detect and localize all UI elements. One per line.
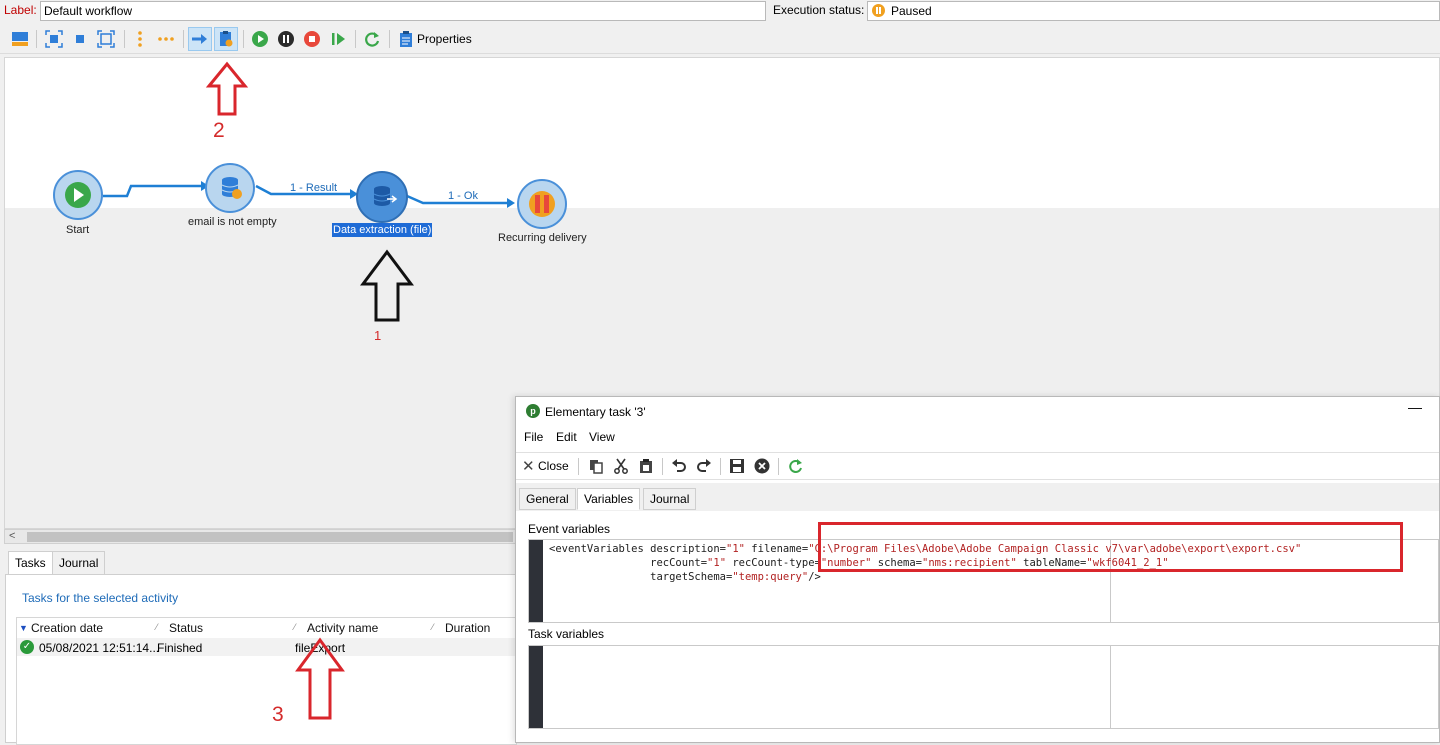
execution-status-caption: Execution status: (773, 3, 865, 17)
tab-tasks[interactable]: Tasks (8, 551, 53, 575)
task-variables-label: Task variables (528, 627, 605, 641)
column-activity-name[interactable]: Activity name (307, 621, 378, 635)
tasks-panel: Tasks Journal Tasks for the selected act… (4, 546, 517, 745)
start-icon[interactable] (248, 27, 272, 51)
cell-status: Finished (157, 641, 203, 655)
cancel-icon[interactable] (751, 455, 773, 477)
save-icon[interactable] (726, 455, 748, 477)
execution-status-value: Paused (891, 4, 932, 18)
vertical-align-icon[interactable] (128, 27, 152, 51)
toolbar-separator (243, 30, 244, 48)
dialog-title: Elementary task '3' (545, 405, 646, 419)
dialog-menu: File Edit View (516, 427, 1439, 447)
toolbar-separator (662, 458, 663, 475)
close-icon[interactable]: ✕ (522, 457, 535, 475)
normal-size-icon[interactable] (68, 27, 92, 51)
menu-edit[interactable]: Edit (556, 430, 577, 444)
refresh-icon[interactable] (360, 27, 384, 51)
tab-variables[interactable]: Variables (577, 488, 641, 510)
transition-label-ok: 1 - Ok (448, 190, 478, 202)
toolbar-separator (578, 458, 579, 475)
sort-desc-icon: ▼ (19, 623, 28, 633)
column-divider: ⁄ (294, 622, 296, 632)
column-duration[interactable]: Duration (445, 621, 490, 635)
tasks-caption: Tasks for the selected activity (22, 591, 179, 605)
editor-gutter (529, 540, 543, 622)
finished-check-icon: ✓ (20, 640, 34, 654)
transition-label-result: 1 - Result (290, 182, 338, 194)
zoom-icon[interactable] (94, 27, 118, 51)
column-divider: ⁄ (432, 622, 434, 632)
tab-journal[interactable]: Journal (52, 551, 106, 575)
tab-journal[interactable]: Journal (643, 488, 697, 510)
column-divider: ⁄ (156, 622, 158, 632)
close-button[interactable]: Close (538, 459, 569, 473)
editor-gutter (529, 646, 543, 728)
annotation-2: 2 (213, 119, 225, 142)
label-caption: Label: (4, 3, 37, 17)
paused-icon (872, 4, 885, 17)
filename-highlight-box (818, 522, 1403, 572)
unconditional-start-icon[interactable] (326, 27, 350, 51)
show-tasks-icon[interactable] (214, 27, 238, 51)
refresh-icon[interactable] (784, 455, 806, 477)
start-node[interactable] (52, 169, 104, 224)
label-row: Label: Default workflow Execution status… (0, 0, 1440, 22)
tab-general[interactable]: General (519, 488, 576, 510)
paste-icon[interactable] (635, 455, 657, 477)
app-icon: p (526, 404, 540, 418)
annotation-3: 3 (272, 703, 284, 726)
execution-status-field: Paused (867, 1, 1440, 21)
toolbar-separator (778, 458, 779, 475)
query-node[interactable] (204, 162, 256, 217)
redo-icon[interactable] (693, 455, 715, 477)
recurring-delivery-node-label: Recurring delivery (498, 232, 587, 244)
properties-icon[interactable] (394, 27, 418, 51)
layout-icon[interactable] (8, 27, 32, 51)
editor-split (1110, 646, 1111, 728)
menu-view[interactable]: View (589, 430, 615, 444)
toolbar-separator (355, 30, 356, 48)
scroll-left-icon[interactable]: < (9, 530, 15, 542)
horizontal-align-icon[interactable] (154, 27, 178, 51)
show-transitions-icon[interactable] (188, 27, 212, 51)
query-node-label: email is not empty (188, 216, 277, 228)
data-extraction-node[interactable] (355, 170, 409, 227)
column-creation-date[interactable]: Creation date (31, 621, 103, 635)
zoom-fit-icon[interactable] (42, 27, 66, 51)
stop-icon[interactable] (300, 27, 324, 51)
toolbar-separator (36, 30, 37, 48)
toolbar-separator (389, 30, 390, 48)
cut-icon[interactable] (610, 455, 632, 477)
data-extraction-node-label: Data extraction (file) (332, 223, 433, 237)
dialog-toolbar: ✕ Close (516, 452, 1439, 480)
copy-icon[interactable] (585, 455, 607, 477)
toolbar-separator (720, 458, 721, 475)
annotation-1: 1 (374, 328, 382, 343)
start-node-label: Start (66, 224, 90, 236)
event-variables-label: Event variables (528, 522, 611, 536)
properties-button[interactable]: Properties (417, 32, 472, 46)
workflow-label-input[interactable]: Default workflow (40, 1, 766, 21)
dialog-tabs: General Variables Journal (516, 483, 1439, 511)
column-status[interactable]: Status (169, 621, 203, 635)
scrollbar-thumb[interactable] (27, 532, 513, 542)
recurring-delivery-node[interactable] (515, 177, 569, 234)
tasks-body: Tasks for the selected activity ▼ Creati… (5, 574, 517, 745)
workflow-toolbar: Properties (0, 24, 1440, 54)
minimize-button[interactable]: — (1408, 399, 1422, 415)
toolbar-separator (183, 30, 184, 48)
toolbar-separator (124, 30, 125, 48)
tasks-table: ▼ Creation date ⁄ Status ⁄ Activity name… (16, 617, 517, 745)
undo-icon[interactable] (668, 455, 690, 477)
cell-creation-date: 05/08/2021 12:51:14... (39, 641, 160, 655)
menu-file[interactable]: File (524, 430, 543, 444)
red-arrow-annotation-3 (295, 637, 345, 720)
pause-icon[interactable] (274, 27, 298, 51)
canvas-scrollbar[interactable]: < (4, 529, 516, 544)
task-variables-editor[interactable] (528, 645, 1439, 729)
